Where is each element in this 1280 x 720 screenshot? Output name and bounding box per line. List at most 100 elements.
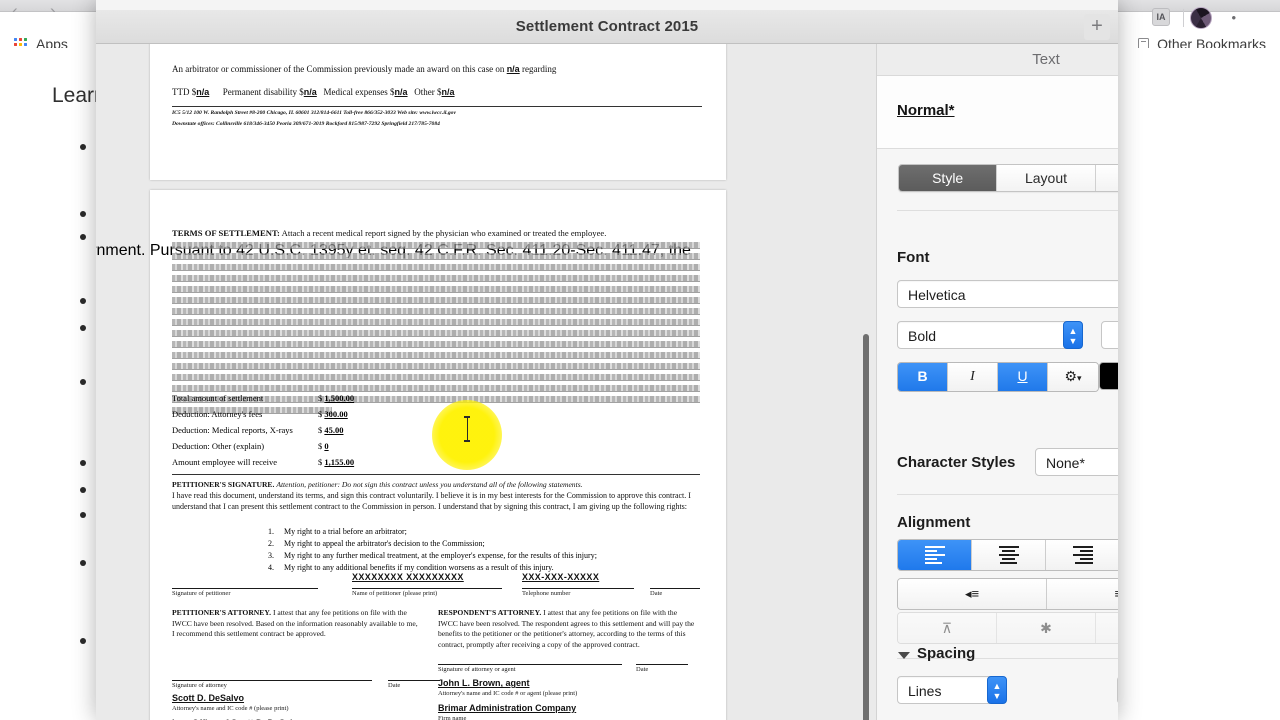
font-family-select[interactable]: Helvetica: [897, 280, 1118, 308]
outdent-icon: ◂≡: [964, 586, 980, 601]
align-middle-button[interactable]: ✱: [997, 613, 1096, 643]
sig-caption: Date: [636, 666, 649, 673]
italic-button[interactable]: I: [948, 363, 998, 391]
document-canvas[interactable]: An arbitrator or commissioner of the Com…: [96, 44, 882, 720]
sig-caption: Signature of attorney: [172, 682, 227, 689]
benefit-value-0: n/a: [196, 87, 210, 97]
align-center-icon: [998, 545, 1019, 565]
sig-line[interactable]: [352, 588, 502, 589]
sig-caption: Firm name: [438, 715, 467, 720]
extension-icon[interactable]: IA: [1152, 8, 1170, 26]
sig-line[interactable]: [388, 680, 440, 681]
font-color-well[interactable]: [1099, 362, 1118, 390]
align-right-icon: [1072, 545, 1093, 565]
doc-footer-line-2: Downstate offices: Collinsville 618/346-…: [172, 121, 440, 127]
document-scrollbar[interactable]: [863, 334, 869, 720]
tab-layout[interactable]: Layout: [997, 165, 1096, 191]
divider: [897, 210, 1118, 211]
underline-button[interactable]: U: [998, 363, 1048, 391]
petitioner-rights-list: 1. My right to a trial before an arbitrat…: [268, 526, 698, 574]
amount-currency: $: [318, 425, 323, 435]
font-weight-stepper[interactable]: ▲ ▼: [1063, 321, 1083, 349]
align-right-button[interactable]: [1046, 540, 1118, 570]
tab-style[interactable]: Style: [899, 165, 998, 191]
spacing-section-label: Spacing: [917, 645, 976, 662]
sig-caption: Signature of attorney or agent: [438, 666, 516, 673]
align-left-button[interactable]: [898, 540, 972, 570]
document-app-window: Settlement Contract 2015 + An arbitrator…: [96, 0, 1118, 720]
petitioner-attorney-name: Scott D. DeSalvo: [172, 693, 245, 703]
sig-line[interactable]: [172, 680, 372, 681]
footer-rule: [172, 106, 702, 107]
spacing-disclosure-triangle[interactable]: [898, 652, 910, 659]
spacing-mode-select[interactable]: Lines: [897, 676, 997, 704]
petitioner-signature-heading: PETITIONER'S SIGNATURE. Attention, petit…: [172, 480, 700, 489]
character-styles-select[interactable]: None* ▾: [1035, 448, 1118, 476]
award-line-tail: regarding: [521, 64, 557, 74]
divider: [897, 494, 1118, 495]
sig-line[interactable]: [650, 588, 700, 589]
increase-indent-button[interactable]: ≡▸: [1047, 579, 1118, 609]
amount-value-wrap: $ 45.00: [318, 425, 344, 435]
align-left-icon: [924, 545, 945, 565]
indent-buttons[interactable]: ◂≡ ≡▸: [897, 578, 1118, 610]
alignment-buttons[interactable]: [897, 539, 1118, 571]
sig-line[interactable]: [172, 588, 318, 589]
respondent-attorney-name: John L. Brown, agent: [438, 678, 530, 688]
terms-heading-label: TERMS OF SETTLEMENT:: [172, 228, 280, 238]
amount-label: Total amount of settlement: [172, 393, 264, 403]
spacing-value-field[interactable]: 1: [1117, 676, 1118, 704]
profile-avatar[interactable]: [1190, 7, 1212, 29]
spacing-mode-stepper[interactable]: ▲ ▼: [987, 676, 1007, 704]
font-options-gear-button[interactable]: ⚙▾: [1048, 363, 1098, 391]
benefit-value-3: n/a: [441, 87, 455, 97]
amount-currency: $: [318, 457, 323, 467]
align-top-button[interactable]: ⊼: [898, 613, 997, 643]
petitioner-signature-body: I have read this document, understand it…: [172, 491, 691, 511]
vertical-align-buttons[interactable]: ⊼ ✱ ⊽: [897, 612, 1118, 644]
benefit-label-medical: Medical expenses: [323, 87, 388, 97]
petitioner-phone-value: XXX-XXX-XXXXX: [522, 572, 600, 582]
align-center-button[interactable]: [972, 540, 1046, 570]
amount-label: Deduction: Other (explain): [172, 441, 265, 451]
right-text: My right to any additional benefits if m…: [284, 563, 554, 572]
amount-value: 1,500.00: [324, 393, 355, 403]
bold-button[interactable]: B: [898, 363, 948, 391]
sig-caption: Telephone number: [522, 590, 571, 597]
sig-caption: Name of petitioner (please print): [352, 590, 438, 597]
decrease-indent-button[interactable]: ◂≡: [898, 579, 1047, 609]
right-text: My right to appeal the arbitrator's deci…: [284, 539, 485, 548]
font-weight-select[interactable]: Bold: [897, 321, 1072, 349]
amounts-rule: [172, 474, 700, 475]
paragraph-style-block[interactable]: Normal*: [877, 76, 1118, 149]
amount-value-wrap: $ 300.00: [318, 409, 348, 419]
amount-currency: $: [318, 441, 323, 451]
right-item: 3. My right to any further medical treatm…: [268, 551, 597, 560]
doc-footer-line-1: IC5 5/12 100 W. Randolph Street #8-200 C…: [172, 110, 456, 116]
font-style-buttons[interactable]: B I U ⚙▾: [897, 362, 1099, 392]
amount-currency: $: [318, 409, 323, 419]
sig-line[interactable]: [522, 588, 634, 589]
font-size-field[interactable]: 10 pt: [1101, 321, 1118, 349]
right-text: My right to a trial before an arbitrator…: [284, 527, 407, 536]
format-tabs[interactable]: Style Layout More: [898, 164, 1118, 192]
browser-menu-icon[interactable]: •: [1231, 10, 1236, 25]
sig-line[interactable]: [636, 664, 688, 665]
sig-caption: Attorney's name and IC code # (please pr…: [172, 705, 289, 712]
align-bottom-button[interactable]: ⊽: [1096, 613, 1118, 643]
right-item: 1. My right to a trial before an arbitrat…: [268, 527, 407, 536]
petitioner-signature-heading-label: PETITIONER'S SIGNATURE.: [172, 480, 275, 489]
sig-caption: Date: [650, 590, 663, 597]
document-title: Settlement Contract 2015: [515, 18, 699, 35]
amount-label: Amount employee will receive: [172, 457, 278, 467]
benefit-value-1: n/a: [303, 87, 317, 97]
benefit-label-ttd: TTD: [172, 87, 190, 97]
amount-label: Deduction: Attorney's fees: [172, 409, 263, 419]
new-tab-button[interactable]: +: [1084, 14, 1110, 40]
tab-more[interactable]: More: [1095, 165, 1118, 191]
right-item: 4. My right to any additional benefits if…: [268, 563, 554, 572]
sig-caption: Signature of petitioner: [172, 590, 231, 597]
paragraph-style-value[interactable]: Normal*: [897, 102, 955, 119]
sig-caption: Date: [388, 682, 401, 689]
sig-line[interactable]: [438, 664, 622, 665]
